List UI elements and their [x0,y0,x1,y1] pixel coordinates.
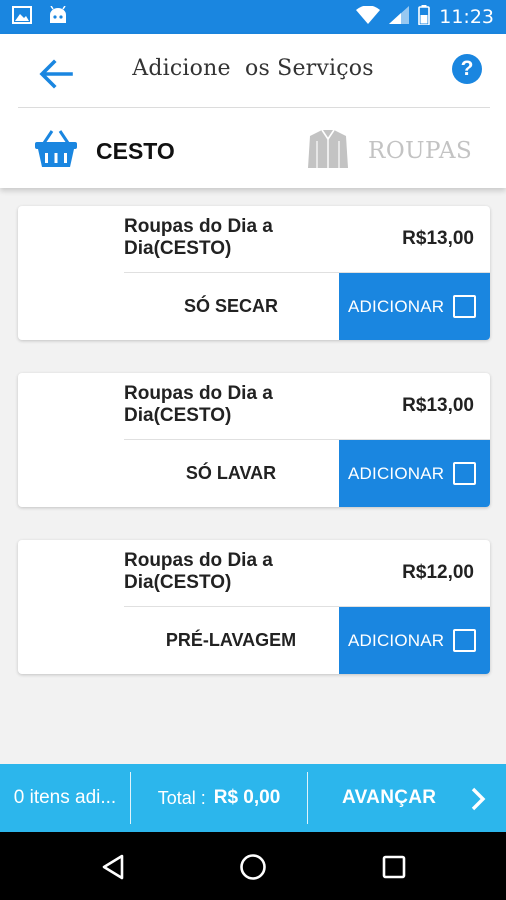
toolbar: Adicione os Serviços ? [0,34,506,106]
add-button-label: ADICIONAR [348,630,445,650]
tab-roupas-label: ROUPAS [368,138,473,164]
tab-roupas[interactable]: ROUPAS [306,129,472,173]
service-card: Roupas do Dia a Dia(CESTO) R$13,00 SÓ LA… [18,373,490,507]
service-type: SÓ SECAR [183,296,279,316]
add-button[interactable]: ADICIONAR [339,607,490,674]
shirt-icon [306,127,350,176]
service-price: R$12,00 [402,562,474,583]
image-icon [12,5,32,29]
service-type: SÓ LAVAR [185,463,277,483]
add-button-label: ADICIONAR [348,296,445,316]
add-button-label: ADICIONAR [348,463,445,483]
service-price: R$13,00 [402,228,474,249]
nav-recents-button[interactable] [379,852,409,882]
total: Total : R$ 0,00 [131,764,307,832]
service-name: Roupas do Dia a Dia(CESTO) [124,216,273,259]
service-price: R$13,00 [402,395,474,416]
nav-back-button[interactable] [98,852,128,882]
add-button[interactable]: ADICIONAR [339,273,490,340]
wifi-icon [356,4,381,29]
header: Adicione os Serviços ? CESTO ROUPAS [0,34,506,188]
signal-icon [389,5,410,29]
nav-home-button[interactable] [238,852,268,882]
service-type: PRÉ-LAVAGEM [165,630,297,650]
nav-back-icon [102,854,124,880]
battery-icon [418,4,431,30]
add-checkbox[interactable] [453,295,476,318]
nav-recents-icon [382,855,406,879]
header-divider [18,107,490,108]
advance-button[interactable]: AVANÇAR [308,764,506,832]
tab-cesto-label: CESTO [96,137,175,164]
status-time: 11:23 [439,6,494,28]
chevron-right-icon [471,787,486,811]
navigation-bar [0,832,506,900]
add-checkbox[interactable] [453,462,476,485]
tab-cesto[interactable]: CESTO [34,129,175,173]
service-name: Roupas do Dia a Dia(CESTO) [124,550,273,593]
help-button[interactable]: ? [452,54,482,84]
service-card: Roupas do Dia a Dia(CESTO) R$13,00 SÓ SE… [18,206,490,340]
android-icon [48,5,68,29]
nav-home-icon [240,854,266,880]
page-title: Adicione os Serviços [132,56,374,81]
service-card: Roupas do Dia a Dia(CESTO) R$12,00 PRÉ-L… [18,540,490,674]
help-label: ? [460,57,474,80]
status-bar: 11:23 [0,0,506,34]
basket-icon [34,129,78,174]
add-checkbox[interactable] [453,629,476,652]
items-added[interactable]: 0 itens adi... [0,764,130,832]
total-value: R$ 0,00 [213,787,281,808]
bottom-bar: 0 itens adi... Total : R$ 0,00 AVANÇAR [0,764,506,832]
advance-label: AVANÇAR [342,787,437,808]
service-name: Roupas do Dia a Dia(CESTO) [124,383,273,426]
total-label: Total : [157,787,206,808]
add-button[interactable]: ADICIONAR [339,440,490,507]
